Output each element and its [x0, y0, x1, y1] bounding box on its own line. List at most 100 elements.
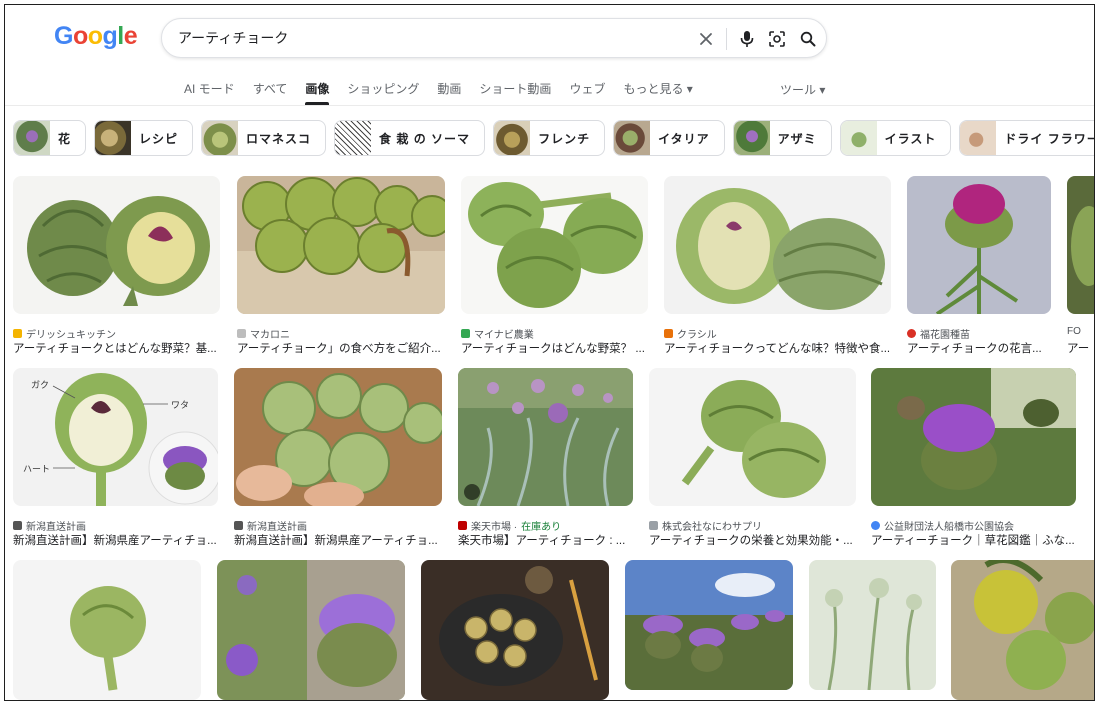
- result-image[interactable]: [625, 560, 793, 690]
- result-source[interactable]: 楽天市場 · 在庫あり: [458, 518, 561, 533]
- tab-ai-mode[interactable]: AI モード: [175, 81, 244, 105]
- search-tabs: AI モード すべて 画像 ショッピング 動画 ショート動画 ウェブ もっと見る…: [175, 81, 702, 105]
- source-favicon: [13, 329, 22, 338]
- logo-letter: e: [123, 22, 138, 50]
- source-favicon: [907, 329, 916, 338]
- chip-italy[interactable]: イタリア: [613, 120, 725, 156]
- search-input[interactable]: [178, 28, 678, 48]
- result-image[interactable]: [13, 176, 220, 314]
- result-title[interactable]: アーティチョークとはどんな野菜？基...: [13, 340, 220, 356]
- chip-thumbnail: [960, 121, 997, 155]
- tab-web[interactable]: ウェブ: [560, 81, 614, 105]
- result-image[interactable]: ガク ワタ ハート: [13, 368, 218, 506]
- source-name: 公益財団法人船橋市公園協会: [884, 522, 1014, 533]
- source-favicon: [649, 521, 658, 530]
- result-source[interactable]: 福花園種苗: [907, 326, 970, 341]
- result-title[interactable]: 新潟直送計画】新潟県産アーティチョ...: [234, 532, 442, 548]
- source-name: 新潟直送計画: [26, 522, 86, 533]
- result-image[interactable]: [13, 560, 201, 700]
- chip-thumbnail: [14, 121, 50, 155]
- chip-thumbnail: [614, 121, 651, 155]
- result-source[interactable]: デリッシュキッチン: [13, 326, 116, 341]
- chip-label: フレンチ: [538, 131, 591, 146]
- result-source[interactable]: FO: [1067, 326, 1081, 337]
- result-source[interactable]: 新潟直送計画: [13, 518, 86, 533]
- result-source[interactable]: クラシル: [664, 326, 717, 341]
- result-title[interactable]: アーティチョークの花言...: [907, 340, 1051, 356]
- logo-letter: G: [54, 22, 73, 50]
- result-image[interactable]: [649, 368, 856, 506]
- source-name: マイナビ農業: [474, 330, 534, 341]
- tab-shopping[interactable]: ショッピング: [338, 81, 428, 105]
- chip-french[interactable]: フレンチ: [493, 120, 606, 156]
- tab-all[interactable]: すべて: [244, 81, 297, 105]
- chip-label: 食 栽 の ソーマ: [379, 131, 471, 146]
- source-name: 福花園種苗: [920, 330, 970, 341]
- result-source[interactable]: マイナビ農業: [461, 326, 534, 341]
- source-name: マカロニ: [250, 330, 290, 341]
- result-image[interactable]: [871, 368, 1076, 506]
- result-source[interactable]: マカロニ: [237, 326, 290, 341]
- chip-dried-flower[interactable]: ドライ フラワー: [959, 120, 1095, 156]
- close-icon[interactable]: [696, 29, 716, 49]
- result-source[interactable]: 公益財団法人船橋市公園協会: [871, 518, 1014, 533]
- tab-images[interactable]: 画像: [296, 81, 338, 105]
- diagram-label: ワタ: [171, 400, 189, 411]
- source-name: 楽天市場 ·: [471, 522, 518, 533]
- source-name: 新潟直送計画: [247, 522, 307, 533]
- result-image[interactable]: [217, 560, 405, 700]
- chip-label: イラスト: [884, 131, 937, 146]
- result-title[interactable]: 楽天市場】アーティチョーク : ...: [458, 532, 633, 548]
- search-box[interactable]: [161, 18, 827, 58]
- result-title[interactable]: アーティチョークってどんな味？特徴や食...: [664, 340, 891, 356]
- chip-romanesco[interactable]: ロマネスコ: [201, 120, 327, 156]
- result-image[interactable]: [664, 176, 891, 314]
- logo-letter: o: [87, 22, 103, 50]
- result-title[interactable]: アーティーチョーク｜草花図鑑｜ふな...: [871, 532, 1076, 548]
- chip-label: アザミ: [777, 131, 817, 146]
- tag-icon: [464, 484, 480, 500]
- result-image[interactable]: [907, 176, 1051, 314]
- chip-label: ロマネスコ: [246, 131, 312, 146]
- chip-illustration-soma[interactable]: 食 栽 の ソーマ: [334, 120, 486, 156]
- chip-flower[interactable]: 花: [13, 120, 87, 156]
- result-image[interactable]: [237, 176, 445, 314]
- result-title[interactable]: アー: [1067, 340, 1094, 356]
- result-image[interactable]: [234, 368, 442, 506]
- result-image[interactable]: [951, 560, 1094, 700]
- logo-letter: o: [72, 22, 88, 50]
- microphone-icon[interactable]: [737, 29, 757, 49]
- tab-more[interactable]: もっと見る ▾: [614, 81, 701, 105]
- logo-letter: g: [102, 22, 118, 50]
- tab-videos[interactable]: 動画: [428, 81, 470, 105]
- source-favicon: [234, 521, 243, 530]
- search-icon[interactable]: [798, 29, 818, 49]
- result-title[interactable]: 新潟直送計画】新潟県産アーティチョ...: [13, 532, 218, 548]
- chip-label: ドライ フラワー: [1004, 131, 1095, 146]
- tab-short-videos[interactable]: ショート動画: [470, 81, 560, 105]
- google-logo[interactable]: Google: [54, 22, 138, 51]
- tools-button[interactable]: ツール ▾: [780, 81, 825, 98]
- camera-lens-icon[interactable]: [767, 29, 787, 49]
- result-image[interactable]: [461, 176, 648, 314]
- result-source[interactable]: 新潟直送計画: [234, 518, 307, 533]
- source-name: FO: [1067, 326, 1081, 337]
- chip-thistle[interactable]: アザミ: [732, 120, 832, 156]
- chip-thumbnail: [840, 121, 877, 155]
- header-divider: [5, 105, 1094, 106]
- chip-thumbnail: [202, 121, 239, 155]
- result-image[interactable]: [421, 560, 609, 700]
- source-favicon: [13, 521, 22, 530]
- related-chips: 花 レシピ ロマネスコ 食 栽 の ソーマ フレンチ イタリア アザミ イラスト…: [13, 120, 1095, 156]
- chip-recipe[interactable]: レシピ: [94, 120, 194, 156]
- chip-illustration[interactable]: イラスト: [839, 120, 952, 156]
- result-image[interactable]: [1067, 176, 1094, 314]
- chip-label: イタリア: [658, 131, 710, 146]
- result-title[interactable]: アーティチョーク」の食べ方をご紹介...: [237, 340, 445, 356]
- result-image[interactable]: [458, 368, 633, 506]
- result-title[interactable]: アーティチョークの栄養と効果効能・...: [649, 532, 856, 548]
- browser-frame: Google AI モード すべて 画像 ショッピング 動画 ショート動画 ウェ…: [4, 4, 1095, 701]
- result-source[interactable]: 株式会社なにわサプリ: [649, 518, 762, 533]
- result-image[interactable]: [809, 560, 936, 690]
- result-title[interactable]: アーティチョークはどんな野菜？ ...: [461, 340, 648, 356]
